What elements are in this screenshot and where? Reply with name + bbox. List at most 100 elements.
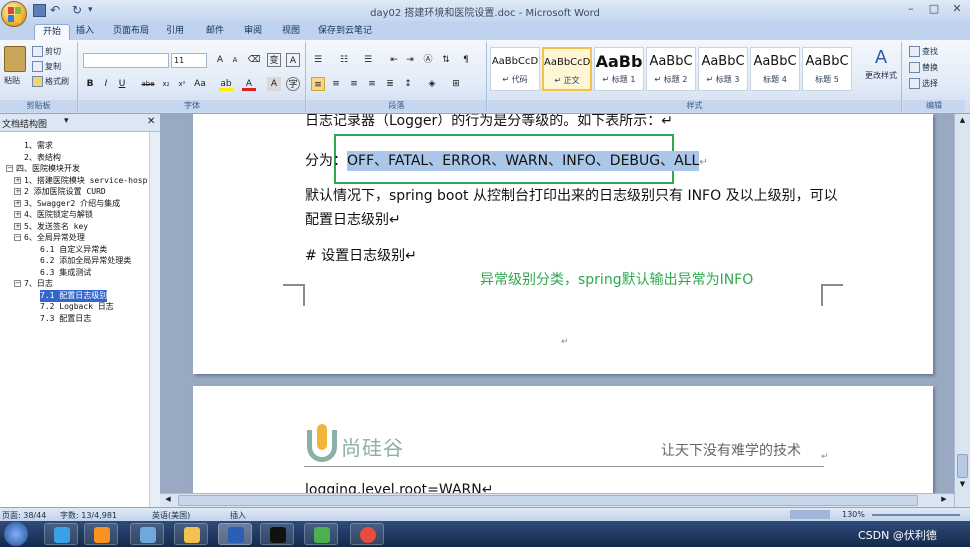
document-vertical-scrollbar[interactable]: ▲ ▼ [954, 114, 970, 507]
char-border-icon[interactable]: A [286, 53, 300, 67]
expand-icon[interactable]: + [14, 211, 21, 218]
insert-mode[interactable]: 插入 [230, 510, 246, 521]
tab-mailings[interactable]: 邮件 [200, 24, 230, 40]
nav-item[interactable]: 7.3 配置日志 [40, 313, 91, 325]
superscript-icon[interactable]: x² [175, 77, 189, 91]
nav-item[interactable]: 6、全局异常处理 [24, 232, 85, 244]
phonetic-icon[interactable]: 变 [267, 53, 281, 67]
style-code[interactable]: AaBbCcD ↵ 代码 [490, 47, 540, 91]
change-case-icon[interactable]: Aa [193, 77, 207, 91]
replace-button[interactable]: 替换 [909, 61, 938, 75]
change-styles-button[interactable]: A 更改样式 [864, 46, 898, 92]
scroll-right-icon[interactable]: ▶ [938, 495, 950, 506]
select-button[interactable]: 选择 [909, 77, 938, 91]
explorer-taskbar-button[interactable] [174, 523, 208, 545]
line-spacing-icon[interactable]: ↕ [401, 77, 415, 91]
tab-view[interactable]: 视图 [276, 24, 306, 40]
tab-references[interactable]: 引用 [160, 24, 190, 40]
char-shading-icon[interactable]: A [267, 77, 281, 91]
nav-item[interactable]: 1、需求 [24, 140, 53, 152]
doc-paragraph[interactable]: # 设置日志级别↵ [305, 245, 417, 265]
nav-item[interactable]: 7.1 配置日志级别 [40, 289, 108, 302]
nav-item[interactable]: 6.3 集成测试 [40, 267, 91, 279]
font-size-combo[interactable]: 11 [171, 53, 207, 68]
redo-icon[interactable]: ↻ [72, 4, 85, 17]
sort-icon[interactable]: ⇅ [439, 53, 453, 67]
italic-icon[interactable]: I [99, 77, 113, 91]
word-count[interactable]: 字数: 13/4,981 [60, 510, 117, 521]
scroll-thumb[interactable] [957, 454, 968, 478]
align-left-icon[interactable]: ≡ [311, 77, 325, 91]
nav-item[interactable]: 4、医院锁定与解锁 [24, 209, 93, 221]
numbering-icon[interactable]: ☷ [337, 53, 351, 67]
collapse-icon[interactable]: − [14, 234, 21, 241]
doc-paragraph[interactable]: 日志记录器（Logger）的行为是分等级的。如下表所示：↵ [305, 114, 673, 130]
intellij-taskbar-button[interactable] [260, 523, 294, 545]
subscript-icon[interactable]: x₂ [159, 77, 173, 91]
strikethrough-icon[interactable]: abe [141, 77, 155, 91]
style-heading-5[interactable]: AaBbC 标题 5 [802, 47, 852, 91]
paste-icon[interactable] [4, 46, 26, 72]
underline-icon[interactable]: U [115, 77, 129, 91]
undo-icon[interactable]: ↶ [50, 4, 63, 17]
office-button[interactable] [1, 1, 27, 27]
chevron-down-icon[interactable]: ▾ [64, 116, 69, 126]
tab-save-cloud-notes[interactable]: 保存到云笔记 [314, 24, 376, 40]
bullets-icon[interactable]: ☰ [311, 53, 325, 67]
nav-item[interactable]: 5、发送签名 key [24, 221, 88, 233]
close-button[interactable]: ✕ [946, 2, 968, 18]
app-taskbar-button[interactable] [130, 523, 164, 545]
expand-icon[interactable]: + [14, 199, 21, 207]
tab-review[interactable]: 审阅 [238, 24, 268, 40]
cut-button[interactable]: 剪切 [32, 45, 61, 59]
style-heading-1[interactable]: AaBb ↵ 标题 1 [594, 47, 644, 91]
chinese-layout-icon[interactable]: Ⓐ [421, 53, 435, 67]
document-horizontal-scrollbar[interactable]: ◀ ▶ [160, 493, 954, 507]
zoom-level[interactable]: 130% [842, 510, 865, 519]
clear-format-icon[interactable]: ⌫ [247, 53, 261, 67]
qat-menu-icon[interactable]: ▾ [88, 4, 101, 17]
save-icon[interactable] [33, 4, 46, 17]
paste-button[interactable]: 粘贴 [4, 74, 20, 88]
increase-indent-icon[interactable]: ⇥ [403, 53, 417, 67]
style-normal[interactable]: AaBbCcD ↵ 正文 [542, 47, 592, 91]
nav-item[interactable]: 1、搭建医院模块 service-hosp [24, 175, 147, 187]
style-heading-4[interactable]: AaBbC 标题 4 [750, 47, 800, 91]
multilevel-list-icon[interactable]: ☰ [361, 53, 375, 67]
view-buttons[interactable] [790, 510, 830, 519]
nav-item[interactable]: 3、Swagger2 介绍与集成 [24, 198, 120, 210]
nav-item[interactable]: 7、日志 [24, 278, 53, 290]
style-heading-2[interactable]: AaBbC ↵ 标题 2 [646, 47, 696, 91]
show-marks-icon[interactable]: ¶ [459, 53, 473, 67]
scroll-down-icon[interactable]: ▼ [957, 480, 968, 492]
enclose-char-icon[interactable]: 字 [286, 77, 300, 91]
nav-item[interactable]: 6.2 添加全局异常处理类 [40, 255, 131, 267]
font-name-combo[interactable] [83, 53, 169, 68]
decrease-indent-icon[interactable]: ⇤ [387, 53, 401, 67]
scroll-up-icon[interactable]: ▲ [957, 116, 968, 128]
doc-paragraph[interactable]: 分为：OFF、FATAL、ERROR、WARN、INFO、DEBUG、ALL↵ [305, 150, 708, 171]
tab-home[interactable]: 开始 [34, 24, 70, 40]
tab-page-layout[interactable]: 页面布局 [108, 24, 154, 40]
font-color-icon[interactable]: A [242, 77, 256, 91]
bold-icon[interactable]: B [83, 77, 97, 91]
distribute-icon[interactable]: ≣ [383, 77, 397, 91]
minimize-button[interactable]: – [900, 2, 922, 18]
align-right-icon[interactable]: ≡ [347, 77, 361, 91]
collapse-icon[interactable]: − [6, 165, 13, 172]
tab-insert[interactable]: 插入 [72, 24, 98, 40]
language-indicator[interactable]: 英语(美国) [152, 510, 190, 521]
align-center-icon[interactable]: ≡ [329, 77, 343, 91]
close-pane-icon[interactable]: ✕ [147, 116, 155, 127]
expand-icon[interactable]: + [14, 176, 21, 184]
expand-icon[interactable]: + [14, 222, 21, 230]
chrome-taskbar-button[interactable] [350, 523, 384, 545]
maximize-button[interactable]: □ [923, 2, 945, 18]
grow-font-icon[interactable]: A [213, 53, 227, 67]
highlight-icon[interactable]: ab [219, 77, 233, 91]
ie-taskbar-button[interactable] [44, 523, 78, 545]
nav-item[interactable]: 7.2 Logback 日志 [40, 301, 114, 313]
page-count[interactable]: 页面: 38/44 [2, 510, 46, 521]
copy-button[interactable]: 复制 [32, 60, 61, 74]
expand-icon[interactable]: + [14, 188, 21, 195]
